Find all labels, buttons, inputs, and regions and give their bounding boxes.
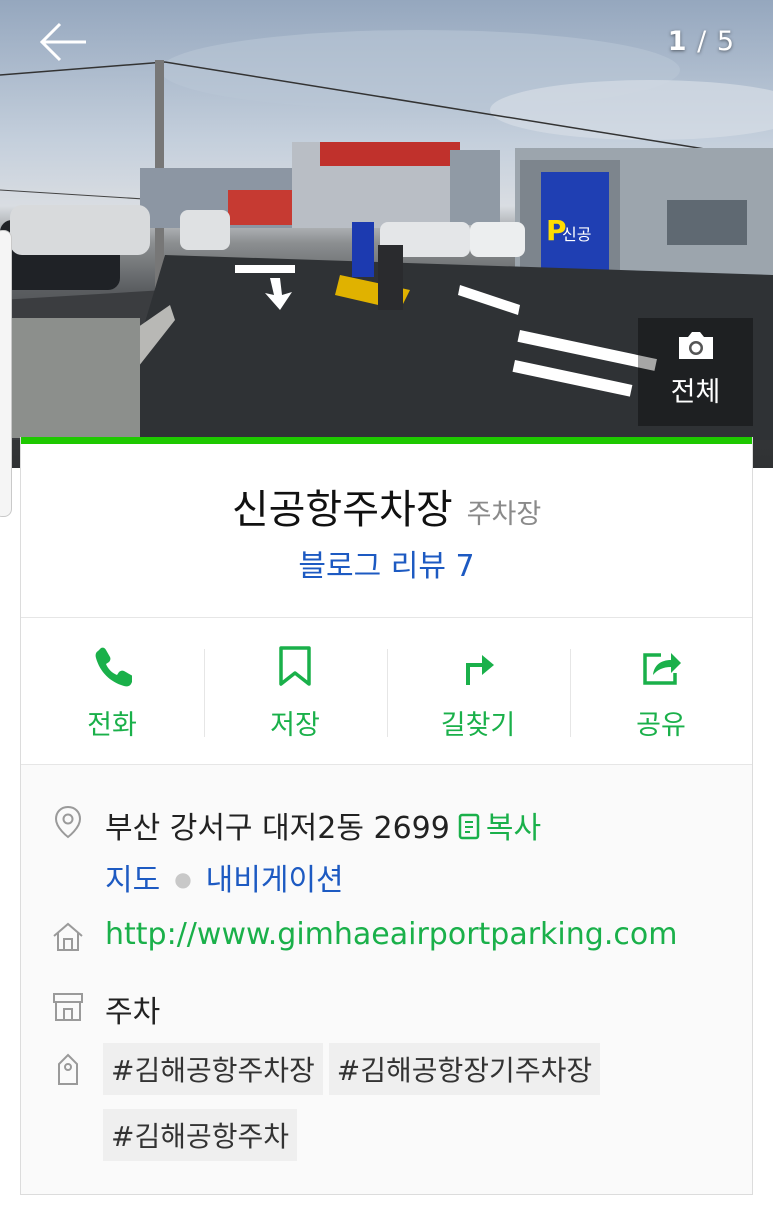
- store-icon: [53, 993, 83, 1021]
- directions-button[interactable]: 길찾기: [387, 619, 569, 764]
- photo-counter: 1 / 5: [668, 26, 735, 57]
- info-section: 부산 강서구 대저2동 2699 복사 지도 ● 내비게이션 http://www.g…: [21, 765, 752, 1194]
- back-button[interactable]: [36, 18, 92, 66]
- call-button[interactable]: 전화: [21, 619, 203, 764]
- directions-icon: [466, 655, 494, 685]
- place-title: 신공항주차장: [231, 487, 453, 533]
- all-photos-button[interactable]: 전체: [638, 318, 753, 426]
- copy-label: 복사: [485, 811, 542, 846]
- share-icon: [643, 653, 681, 685]
- business-type: 주차: [105, 995, 161, 1030]
- address-row: 부산 강서구 대저2동 2699 복사: [105, 803, 541, 847]
- photo-counter-current: 1: [667, 26, 688, 57]
- copy-icon: [458, 813, 480, 840]
- card-accent-bar: [21, 437, 752, 444]
- website-link[interactable]: http://www.gimhaeairportparking.com: [105, 917, 677, 952]
- blog-review-link[interactable]: 블로그 리뷰 7: [21, 541, 752, 585]
- place-card: 신공항주차장 주차장 블로그 리뷰 7 전화 저장 길찾기 공유 부산 강서구 …: [20, 437, 753, 1195]
- tag-chip[interactable]: #김해공항주차장: [103, 1043, 323, 1095]
- tag-chip[interactable]: #김해공항장기주차장: [328, 1043, 601, 1095]
- tag-chip[interactable]: #김해공항주차: [103, 1109, 298, 1161]
- place-category: 주차장: [466, 499, 542, 530]
- link-separator-dot: ●: [174, 867, 192, 891]
- location-pin-icon: [54, 805, 82, 839]
- phone-icon: [95, 647, 132, 687]
- tag-icon: [58, 1053, 78, 1085]
- svg-text:신공: 신공: [562, 225, 591, 244]
- navigation-link[interactable]: 내비게이션: [206, 863, 344, 898]
- camera-icon: [679, 332, 713, 359]
- tag-list: #김해공항주차장 #김해공항장기주차장 #김해공항주차: [103, 1043, 703, 1175]
- home-icon: [53, 922, 83, 951]
- left-edge-handle: [0, 230, 12, 517]
- action-bar: 전화 저장 길찾기 공유: [21, 619, 752, 764]
- copy-address-button[interactable]: 복사: [458, 811, 541, 846]
- divider: [21, 617, 752, 618]
- share-label: 공유: [636, 710, 686, 741]
- call-label: 전화: [87, 710, 137, 741]
- save-button[interactable]: 저장: [204, 619, 386, 764]
- bookmark-icon: [279, 646, 311, 686]
- share-button[interactable]: 공유: [570, 619, 752, 764]
- directions-label: 길찾기: [440, 710, 516, 741]
- map-link[interactable]: 지도: [105, 863, 160, 898]
- title-row: 신공항주차장 주차장: [21, 477, 752, 535]
- place-photo[interactable]: P 신공 1 / 5 전체: [0, 0, 773, 468]
- save-label: 저장: [270, 710, 320, 741]
- photo-counter-separator: /: [697, 26, 708, 57]
- map-links: 지도 ● 내비게이션: [105, 855, 344, 899]
- address-text: 부산 강서구 대저2동 2699: [105, 811, 450, 846]
- all-photos-label: 전체: [670, 377, 721, 408]
- back-arrow-icon: [39, 22, 86, 62]
- photo-counter-total: 5: [716, 26, 735, 57]
